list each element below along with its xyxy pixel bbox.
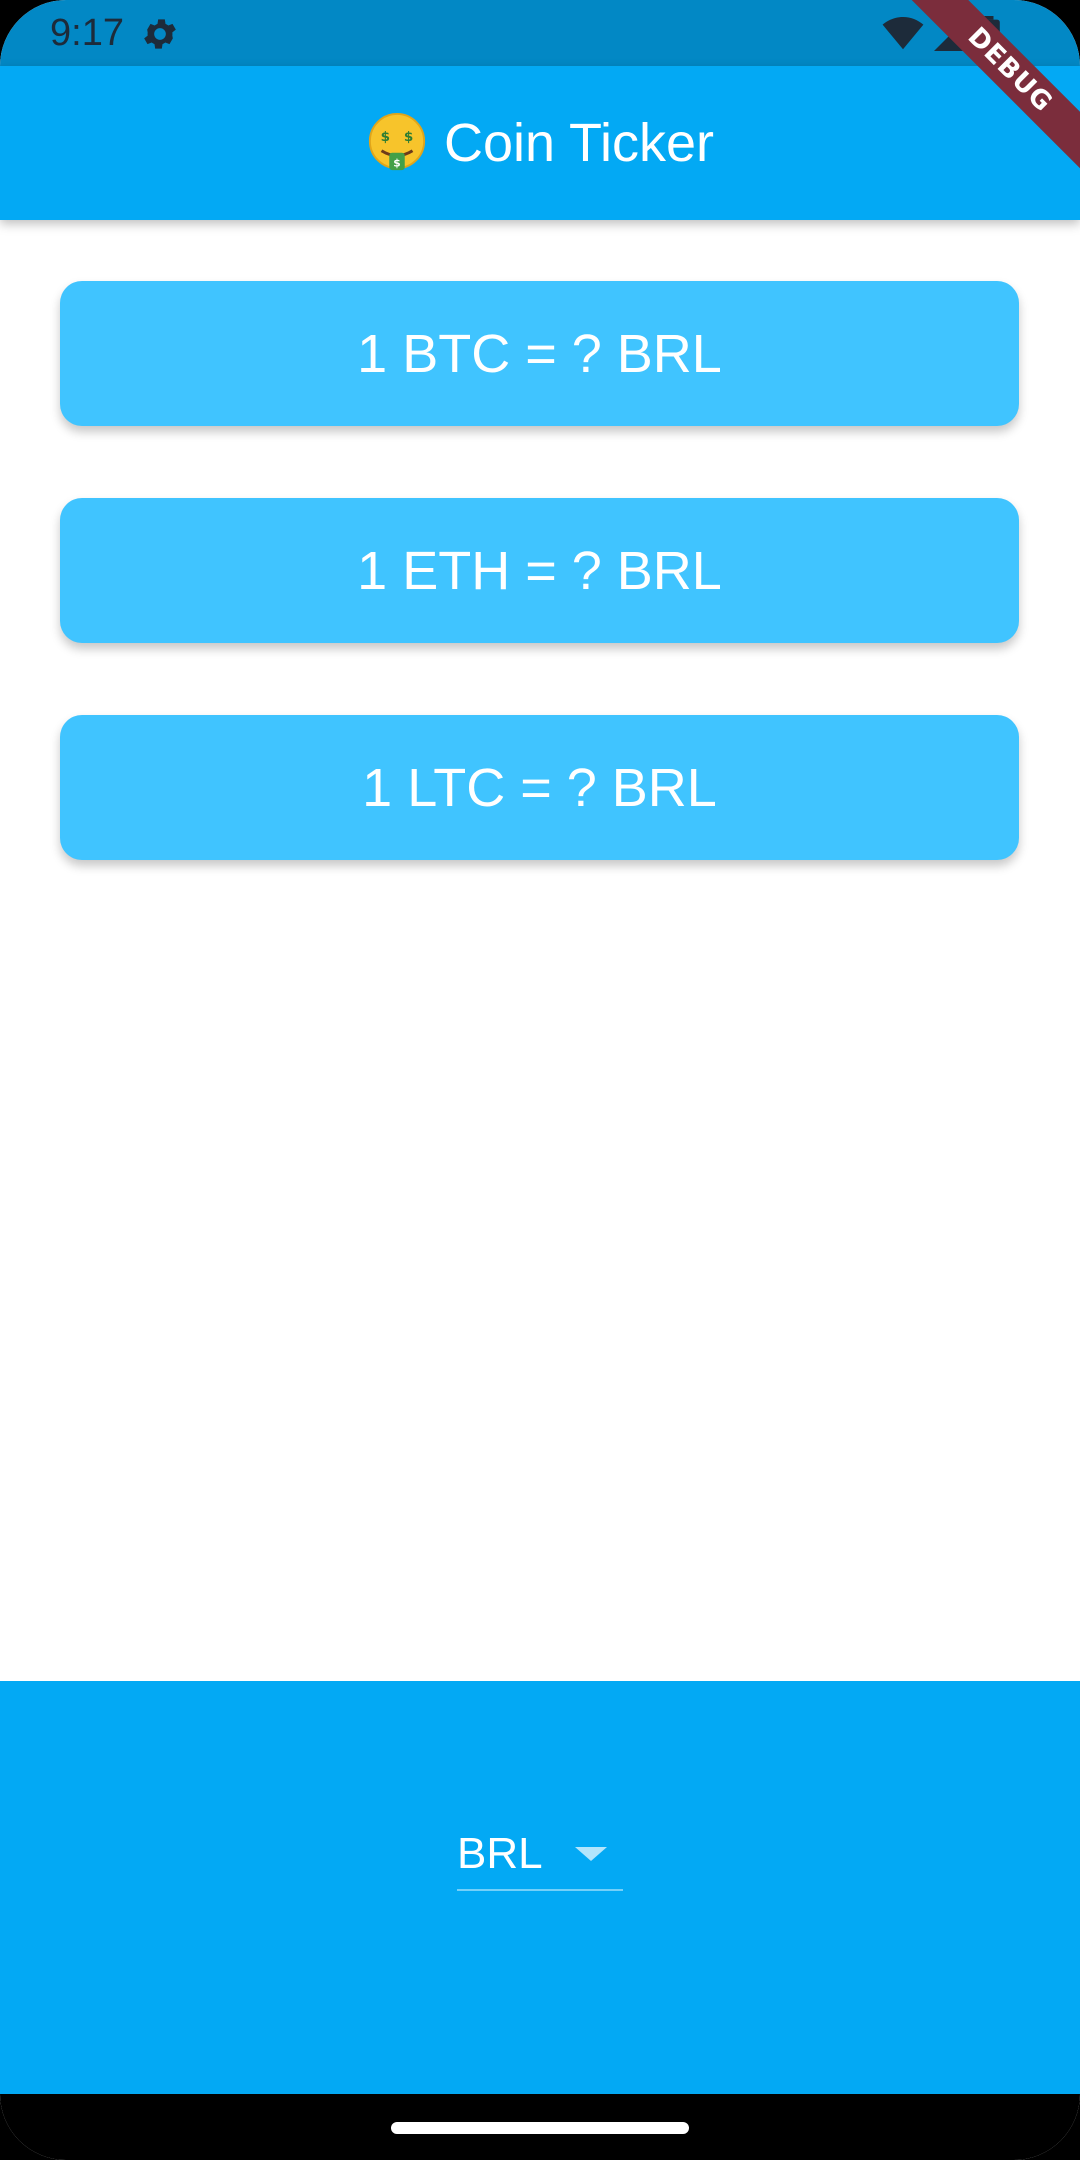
rates-list: 1 BTC = ? BRL 1 ETH = ? BRL 1 LTC = ? BR…: [0, 220, 1080, 1680]
svg-text:$: $: [393, 156, 400, 169]
app-bar: $ $ $ Coin Ticker: [0, 66, 1080, 220]
app-title-text: Coin Ticker: [443, 113, 715, 173]
rate-card-ltc[interactable]: 1 LTC = ? BRL: [60, 715, 1019, 860]
gear-icon: [144, 19, 176, 49]
status-bar: 9:17: [0, 0, 1080, 66]
rate-card-btc[interactable]: 1 BTC = ? BRL: [60, 281, 1019, 426]
svg-text:$: $: [404, 129, 413, 145]
app-screen: 9:17 DEBUG $ $ $ Coin Ticker 1 BTC = ? B…: [0, 0, 1080, 2160]
wifi-icon: [882, 17, 924, 50]
money-mouth-face-icon: $ $ $: [368, 112, 426, 171]
rate-label: 1 ETH = ? BRL: [357, 540, 722, 601]
home-indicator[interactable]: [391, 2122, 689, 2134]
system-nav-bar: [0, 2094, 1080, 2160]
app-title: $ $ $ Coin Ticker: [366, 110, 714, 176]
rate-card-eth[interactable]: 1 ETH = ? BRL: [60, 498, 1019, 643]
svg-text:$: $: [381, 129, 390, 145]
currency-dropdown[interactable]: BRL: [457, 1819, 623, 1891]
status-time: 9:17: [50, 12, 124, 54]
rate-label: 1 LTC = ? BRL: [362, 757, 717, 818]
currency-picker-area: BRL: [0, 1681, 1080, 2094]
rate-label: 1 BTC = ? BRL: [357, 323, 722, 384]
chevron-down-icon: [575, 1847, 607, 1861]
currency-dropdown-value: BRL: [457, 1829, 543, 1878]
